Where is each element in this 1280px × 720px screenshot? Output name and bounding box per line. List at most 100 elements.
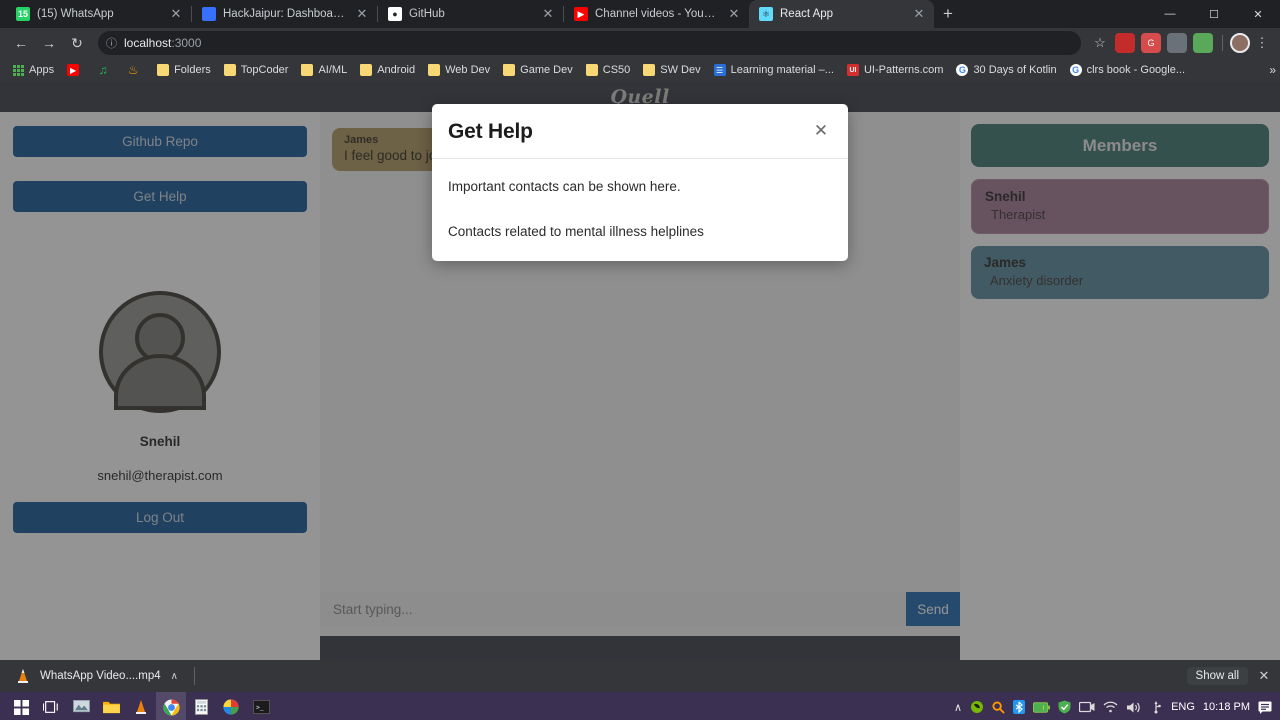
task-view-button[interactable] [36,692,66,720]
tab-react-app[interactable]: ⚛ React App ✕ [749,0,934,28]
tab-label: GitHub [409,8,445,20]
tab-close-icon[interactable]: ✕ [912,7,926,21]
folder-icon [223,64,236,76]
bookmark-30-days-kotlin[interactable]: G 30 Days of Kotlin [950,62,1062,78]
forward-button[interactable]: → [36,30,62,56]
bookmarks-overflow-button[interactable]: » [1269,63,1276,77]
battery-tray-icon[interactable]: ! [1033,701,1051,713]
back-button[interactable]: ← [8,30,34,56]
download-divider [193,667,195,685]
browser-window: 15 (15) WhatsApp ✕ HackJaipur: Dashboard… [0,0,1280,720]
bookmark-ui-patterns[interactable]: UI UI-Patterns.com [841,62,949,78]
minimize-button[interactable]: — [1148,0,1192,28]
language-indicator[interactable]: ENG [1171,701,1195,713]
google-icon: G [1069,64,1082,76]
wifi-tray-icon[interactable] [1103,701,1118,713]
bookmark-star-icon[interactable]: ☆ [1089,35,1111,51]
terminal-icon[interactable]: >_ [246,692,276,720]
grammarly-extension-icon[interactable]: G [1141,33,1161,53]
bookmark-apps[interactable]: Apps [6,62,60,78]
bookmark-cs50[interactable]: CS50 [580,62,637,78]
notification-icon[interactable] [1258,701,1272,714]
cast-tray-icon[interactable] [1079,701,1095,713]
new-tab-button[interactable]: + [934,0,962,28]
calculator-icon[interactable] [186,692,216,720]
tab-close-icon[interactable]: ✕ [541,7,555,21]
system-tray: ∧ ! ENG 10:18 PM [954,692,1280,720]
ui-patterns-icon: UI [846,64,859,76]
bookmark-label: SW Dev [660,64,701,76]
download-file-name: WhatsApp Video....mp4 [40,670,161,682]
flame-bookmark-icon: ♨ [127,63,139,77]
volume-tray-icon[interactable] [1126,701,1141,714]
bookmark-label: UI-Patterns.com [863,64,944,76]
search-tray-icon[interactable] [992,700,1005,714]
whatsapp-icon: 15 [16,7,30,21]
tab-label: (15) WhatsApp [37,8,114,20]
bookmark-folders[interactable]: Folders [151,62,217,78]
tab-youtube-studio[interactable]: ▶ Channel videos - YouTube Studio ✕ [564,0,749,28]
bluetooth-tray-icon[interactable] [1013,700,1026,714]
bookmark-label: AI/ML [318,64,348,76]
react-icon: ⚛ [759,7,773,21]
folder-icon [157,64,170,76]
nvidia-tray-icon[interactable] [970,700,984,714]
tab-close-icon[interactable]: ✕ [727,7,741,21]
tab-label: HackJaipur: Dashboard | Devfolio [223,8,348,20]
profile-avatar-button[interactable] [1230,33,1250,53]
vlc-cone-icon [18,669,28,683]
bookmark-clrs-book[interactable]: G clrs book - Google... [1064,62,1191,78]
taskbar-clock[interactable]: 10:18 PM [1203,701,1250,713]
browser-toolbar: ← → ↻ ⓘ localhost:3000 ☆ G ⋮ [0,28,1280,58]
tab-close-icon[interactable]: ✕ [355,7,369,21]
bookmark-label: Web Dev [445,64,491,76]
close-window-button[interactable]: ✕ [1236,0,1280,28]
maximize-button[interactable]: ☐ [1192,0,1236,28]
bookmark-android[interactable]: Android [354,62,421,78]
defender-tray-icon[interactable] [1058,700,1071,714]
bookmark-youtube[interactable]: ▶ [61,62,90,78]
toolbar-divider [1222,35,1223,51]
toolbox-extension-icon[interactable] [1167,33,1187,53]
chevron-up-icon[interactable]: ∧ [171,671,178,682]
bookmark-ai-ml[interactable]: AI/ML [295,62,353,78]
show-all-downloads-button[interactable]: Show all [1186,667,1248,685]
tab-hackjaipur-devfolio[interactable]: HackJaipur: Dashboard | Devfolio ✕ [192,0,377,28]
bookmark-learning-material[interactable]: ☰ Learning material –... [708,62,840,78]
download-bar: WhatsApp Video....mp4 ∧ Show all ✕ [0,660,1280,692]
folder-icon [301,64,314,76]
reload-button[interactable]: ↻ [64,30,90,56]
chrome-browser-icon[interactable] [156,692,186,720]
vlc-player-icon[interactable] [126,692,156,720]
tab-label: React App [780,8,834,20]
bookmark-sw-dev[interactable]: SW Dev [637,62,706,78]
modal-header: Get Help ✕ [432,104,848,159]
file-explorer-icon[interactable] [96,692,126,720]
bookmark-flame[interactable]: ♨ [121,62,150,78]
chrome-menu-icon[interactable]: ⋮ [1252,35,1272,51]
tab-github[interactable]: ● GitHub ✕ [378,0,563,28]
bookmark-game-dev[interactable]: Game Dev [497,62,579,78]
devfolio-icon [202,7,216,21]
tab-close-icon[interactable]: ✕ [169,7,183,21]
bookmark-topcoder[interactable]: TopCoder [218,62,295,78]
bookmark-spotify[interactable]: ♫ [91,62,120,78]
svg-text:!: ! [1043,704,1045,711]
info-circle-icon[interactable]: ⓘ [106,35,117,51]
colorpicker-extension-icon[interactable] [1193,33,1213,53]
tab-whatsapp[interactable]: 15 (15) WhatsApp ✕ [6,0,191,28]
recorder-extension-icon[interactable] [1115,33,1135,53]
usb-tray-icon[interactable] [1149,700,1163,714]
close-icon[interactable]: ✕ [810,120,832,142]
bookmark-label: CS50 [602,64,631,76]
start-button[interactable] [6,692,36,720]
tray-chevron-icon[interactable]: ∧ [954,701,962,714]
download-item[interactable]: WhatsApp Video....mp4 ∧ [8,665,186,687]
bookmark-label: clrs book - Google... [1086,64,1186,76]
bookmark-web-dev[interactable]: Web Dev [422,62,496,78]
close-icon[interactable]: ✕ [1256,668,1272,684]
photos-app-icon[interactable] [66,692,96,720]
photoshop-icon[interactable] [216,692,246,720]
address-bar[interactable]: ⓘ localhost:3000 [98,31,1081,55]
tab-strip: 15 (15) WhatsApp ✕ HackJaipur: Dashboard… [0,0,1280,28]
